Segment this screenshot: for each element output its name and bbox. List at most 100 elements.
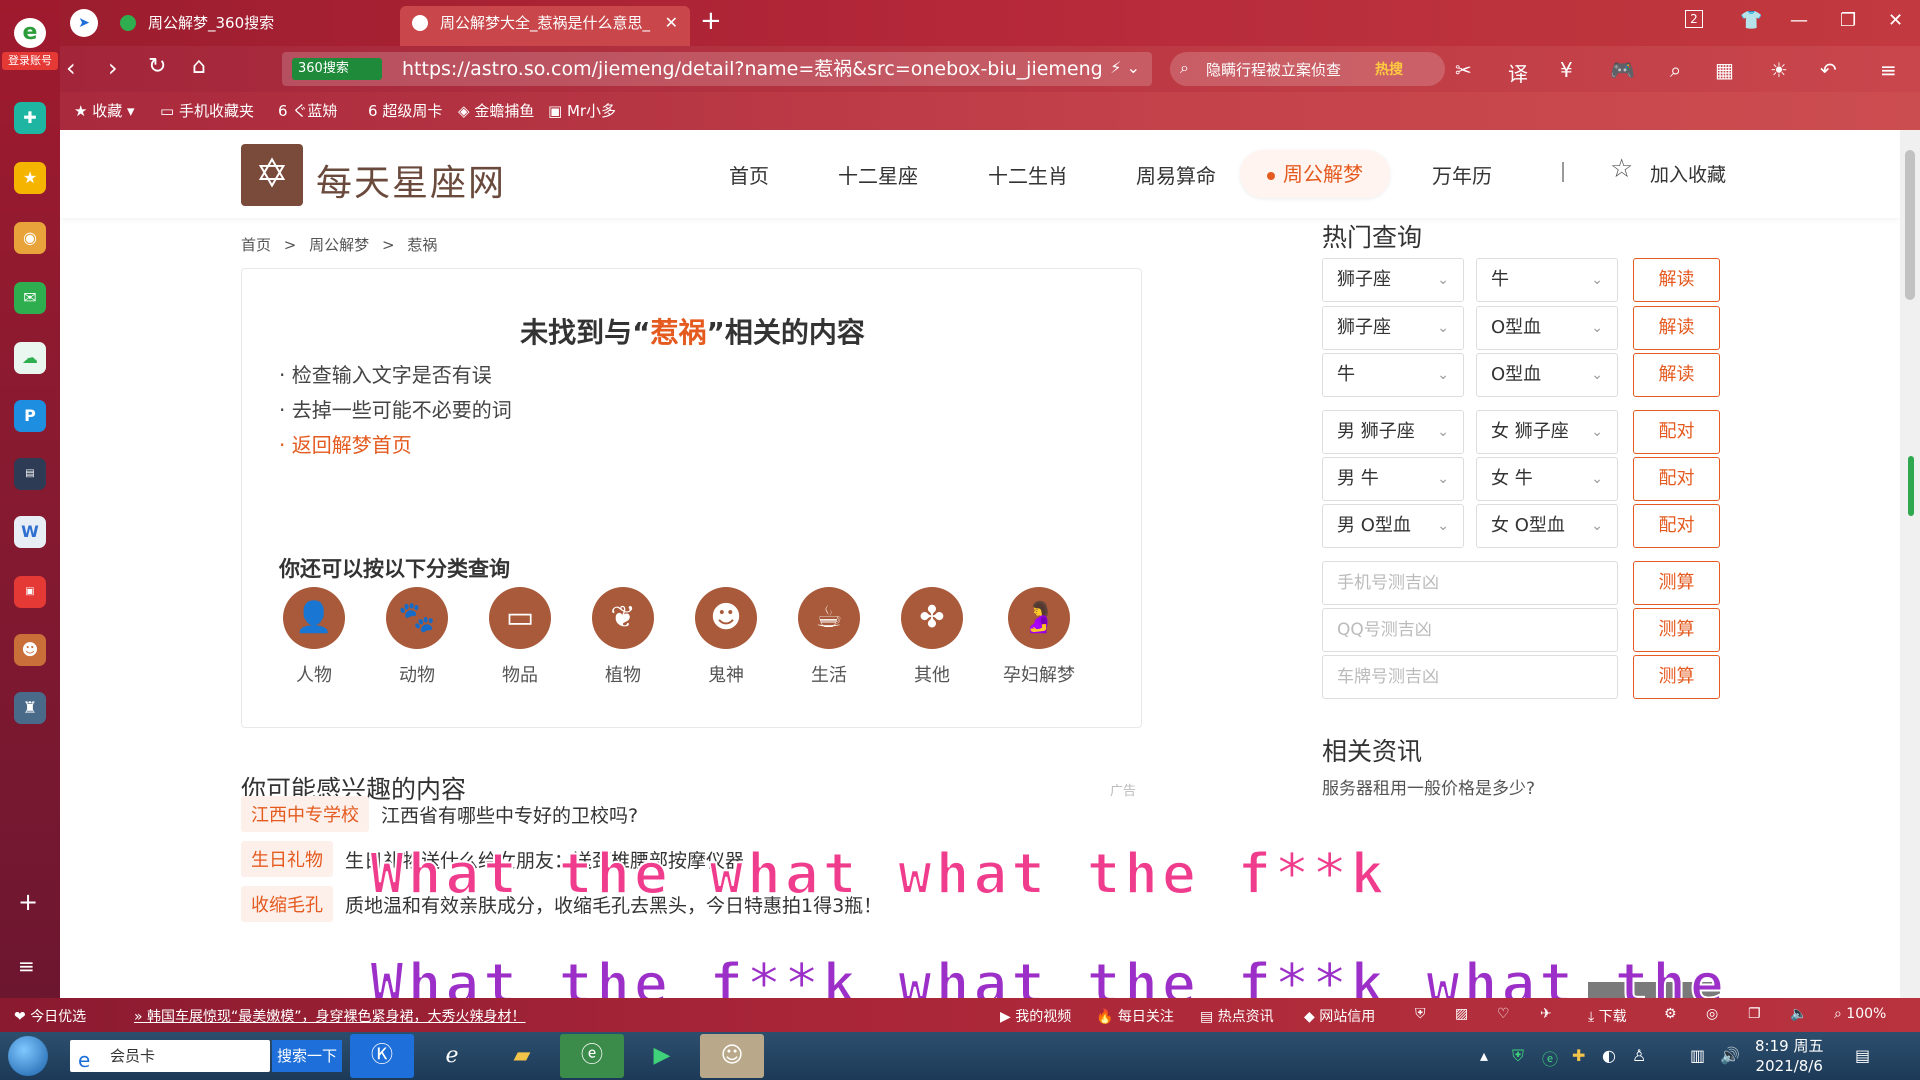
tray-shield-icon[interactable]: ⛨ bbox=[1512, 1046, 1524, 1066]
hot-news[interactable]: ▤ 热点资讯 bbox=[1200, 1006, 1274, 1026]
news-question[interactable]: 服务器租用一般价格是多少? bbox=[1322, 774, 1535, 799]
sidebar-weibo-icon[interactable]: ◉ bbox=[14, 222, 46, 254]
select-b[interactable]: 牛 ⌄ bbox=[1476, 258, 1618, 302]
speaker-icon[interactable]: 🔊 bbox=[1720, 1046, 1740, 1065]
reload-icon[interactable]: ↻ bbox=[148, 54, 166, 79]
nav-divination[interactable]: 周易算命 bbox=[1136, 160, 1216, 189]
heart-icon[interactable]: ♡ bbox=[1497, 1006, 1510, 1022]
start-button[interactable] bbox=[8, 1036, 48, 1076]
login-button[interactable]: 登录账号 bbox=[2, 52, 58, 70]
nav-calendar[interactable]: 万年历 bbox=[1432, 160, 1492, 189]
shirt-icon[interactable]: 👕 bbox=[1740, 10, 1762, 31]
volume-icon[interactable]: 🔈 bbox=[1790, 1006, 1807, 1022]
select-female[interactable]: 女 牛 ⌄ bbox=[1476, 457, 1618, 501]
back-icon[interactable]: ‹ bbox=[66, 54, 76, 82]
coin-icon[interactable]: ¥ bbox=[1560, 58, 1573, 82]
phone-input[interactable]: 手机号测吉凶 bbox=[1322, 561, 1618, 605]
sidebar-game-icon[interactable]: ☻ bbox=[14, 634, 46, 666]
calculate-button[interactable]: 测算 bbox=[1633, 655, 1720, 699]
tab-360-search[interactable]: 周公解梦_360搜索 bbox=[108, 6, 378, 46]
network-icon[interactable]: ▥ bbox=[1690, 1046, 1705, 1065]
interpret-button[interactable]: 解读 bbox=[1633, 306, 1720, 350]
url-text[interactable]: https://astro.so.com/jiemeng/detail?name… bbox=[402, 58, 1103, 80]
select-female[interactable]: 女 O型血 ⌄ bbox=[1476, 504, 1618, 548]
navigation-icon[interactable]: ➤ bbox=[70, 9, 98, 37]
select-a[interactable]: 狮子座 ⌄ bbox=[1322, 306, 1464, 350]
calculate-button[interactable]: 测算 bbox=[1633, 608, 1720, 652]
home-icon[interactable]: ⌂ bbox=[192, 54, 206, 79]
category-pregnant[interactable]: 🤰 孕妇解梦 bbox=[994, 587, 1084, 687]
plate-input[interactable]: 车牌号测吉凶 bbox=[1322, 655, 1618, 699]
daily-focus[interactable]: 🔥 每日关注 bbox=[1096, 1006, 1174, 1026]
new-tab-icon[interactable]: + bbox=[700, 6, 722, 36]
forward-icon[interactable]: › bbox=[108, 54, 118, 82]
select-male[interactable]: 男 牛 ⌄ bbox=[1322, 457, 1464, 501]
nav-dream-active[interactable]: 周公解梦 bbox=[1240, 150, 1390, 198]
taskbar-k-icon[interactable]: Ⓚ bbox=[350, 1034, 414, 1078]
scroll-thumb[interactable] bbox=[1905, 150, 1915, 300]
tray-app-icon[interactable]: ◐ bbox=[1602, 1046, 1616, 1065]
site-logo-text[interactable]: 每天星座网 bbox=[316, 154, 506, 206]
sidebar-mail-icon[interactable]: ✉ bbox=[14, 282, 46, 314]
news-ticker[interactable]: » 韩国车展惊现“最美嫩模”，身穿裸色紧身裙，大秀火辣身材！ bbox=[134, 1006, 526, 1026]
category-ghost[interactable]: ☻ 鬼神 bbox=[681, 587, 771, 687]
interest-tag[interactable]: 生日礼物 bbox=[241, 841, 333, 877]
close-window-icon[interactable]: ✕ bbox=[1888, 10, 1903, 31]
browser-logo-icon[interactable]: e bbox=[14, 18, 46, 48]
scissors-icon[interactable]: ✂ bbox=[1455, 58, 1472, 82]
bookmark-favorites[interactable]: ★ 收藏 ▾ bbox=[74, 100, 135, 121]
select-a[interactable]: 牛 ⌄ bbox=[1322, 353, 1464, 397]
select-male[interactable]: 男 O型血 ⌄ bbox=[1322, 504, 1464, 548]
window-icon[interactable]: ❐ bbox=[1748, 1006, 1761, 1022]
sidebar-p-icon[interactable]: P bbox=[14, 400, 46, 432]
back-to-jiemeng-link[interactable]: · 返回解梦首页 bbox=[279, 429, 412, 458]
tools-icon[interactable]: ⚙ bbox=[1664, 1006, 1677, 1022]
nav-zodiac[interactable]: 十二生肖 bbox=[988, 160, 1068, 189]
match-button[interactable]: 配对 bbox=[1633, 410, 1720, 454]
undo-icon[interactable]: ↶ bbox=[1820, 58, 1837, 82]
breadcrumb-home[interactable]: 首页 bbox=[241, 236, 271, 254]
tab-jiemeng[interactable]: 周公解梦大全_惹祸是什么意思_ ✕ bbox=[400, 6, 690, 46]
taskbar-player-icon[interactable]: ▶ bbox=[630, 1034, 694, 1078]
taskbar-clock[interactable]: 8:19 周五 2021/8/6 bbox=[1755, 1036, 1823, 1076]
bookmark-mobile[interactable]: ▭ 手机收藏夹 bbox=[160, 100, 254, 121]
select-b[interactable]: O型血 ⌄ bbox=[1476, 306, 1618, 350]
today-picks[interactable]: ❤ 今日优选 bbox=[14, 1006, 86, 1026]
nav-constellation[interactable]: 十二星座 bbox=[838, 160, 918, 189]
interest-tag[interactable]: 收缩毛孔 bbox=[241, 886, 333, 922]
action-center-icon[interactable]: ▤ bbox=[1855, 1046, 1870, 1065]
category-animal[interactable]: 🐾 动物 bbox=[372, 587, 462, 687]
restore-icon[interactable]: ❐ bbox=[1840, 10, 1856, 31]
interpret-button[interactable]: 解读 bbox=[1633, 258, 1720, 302]
image-icon[interactable]: ▨ bbox=[1455, 1006, 1468, 1022]
tab-count-badge[interactable]: 2 bbox=[1685, 10, 1703, 28]
bookmark-item[interactable]: ◈ 金蟾捕鱼 bbox=[458, 100, 534, 121]
apps-grid-icon[interactable]: ▦ bbox=[1715, 58, 1734, 82]
sidebar-redbook-icon[interactable]: ▣ bbox=[14, 576, 46, 608]
find-icon[interactable]: ⌕ bbox=[1670, 58, 1681, 82]
side-scroll-indicator[interactable] bbox=[1908, 456, 1914, 516]
minimize-icon[interactable]: — bbox=[1790, 10, 1808, 31]
url-field[interactable]: 360搜索 https://astro.so.com/jiemeng/detai… bbox=[282, 52, 1152, 86]
category-life[interactable]: ☕ 生活 bbox=[784, 587, 874, 687]
sidebar-add-icon[interactable]: + bbox=[18, 888, 38, 916]
tab-close-icon[interactable]: ✕ bbox=[665, 6, 678, 40]
sidebar-game2-icon[interactable]: ♜ bbox=[14, 692, 46, 724]
interest-item[interactable]: 江西中专学校 江西省有哪些中专好的卫校吗? bbox=[241, 796, 638, 832]
select-male[interactable]: 男 狮子座 ⌄ bbox=[1322, 410, 1464, 454]
sidebar-cloud-icon[interactable]: ☁ bbox=[14, 342, 46, 374]
url-dropdown-icon[interactable]: ⚡ ⌄ bbox=[1110, 58, 1140, 77]
my-video[interactable]: ▶ 我的视频 bbox=[1000, 1006, 1071, 1026]
brightness-icon[interactable]: ☀ bbox=[1770, 58, 1788, 82]
clean-icon[interactable]: ◎ bbox=[1706, 1006, 1718, 1022]
taskbar-search-input[interactable]: e 会员卡 bbox=[70, 1040, 270, 1072]
taskbar-360-icon[interactable]: ⓔ bbox=[560, 1034, 624, 1078]
select-b[interactable]: O型血 ⌄ bbox=[1476, 353, 1618, 397]
category-other[interactable]: ✤ 其他 bbox=[887, 587, 977, 687]
rocket-icon[interactable]: ✈ bbox=[1540, 1006, 1552, 1022]
taskbar-ie-icon[interactable]: ℯ bbox=[420, 1034, 484, 1078]
select-female[interactable]: 女 狮子座 ⌄ bbox=[1476, 410, 1618, 454]
tray-qq-icon[interactable]: ♙ bbox=[1632, 1046, 1646, 1065]
calculate-button[interactable]: 测算 bbox=[1633, 561, 1720, 605]
interest-text[interactable]: 江西省有哪些中专好的卫校吗? bbox=[381, 801, 638, 828]
